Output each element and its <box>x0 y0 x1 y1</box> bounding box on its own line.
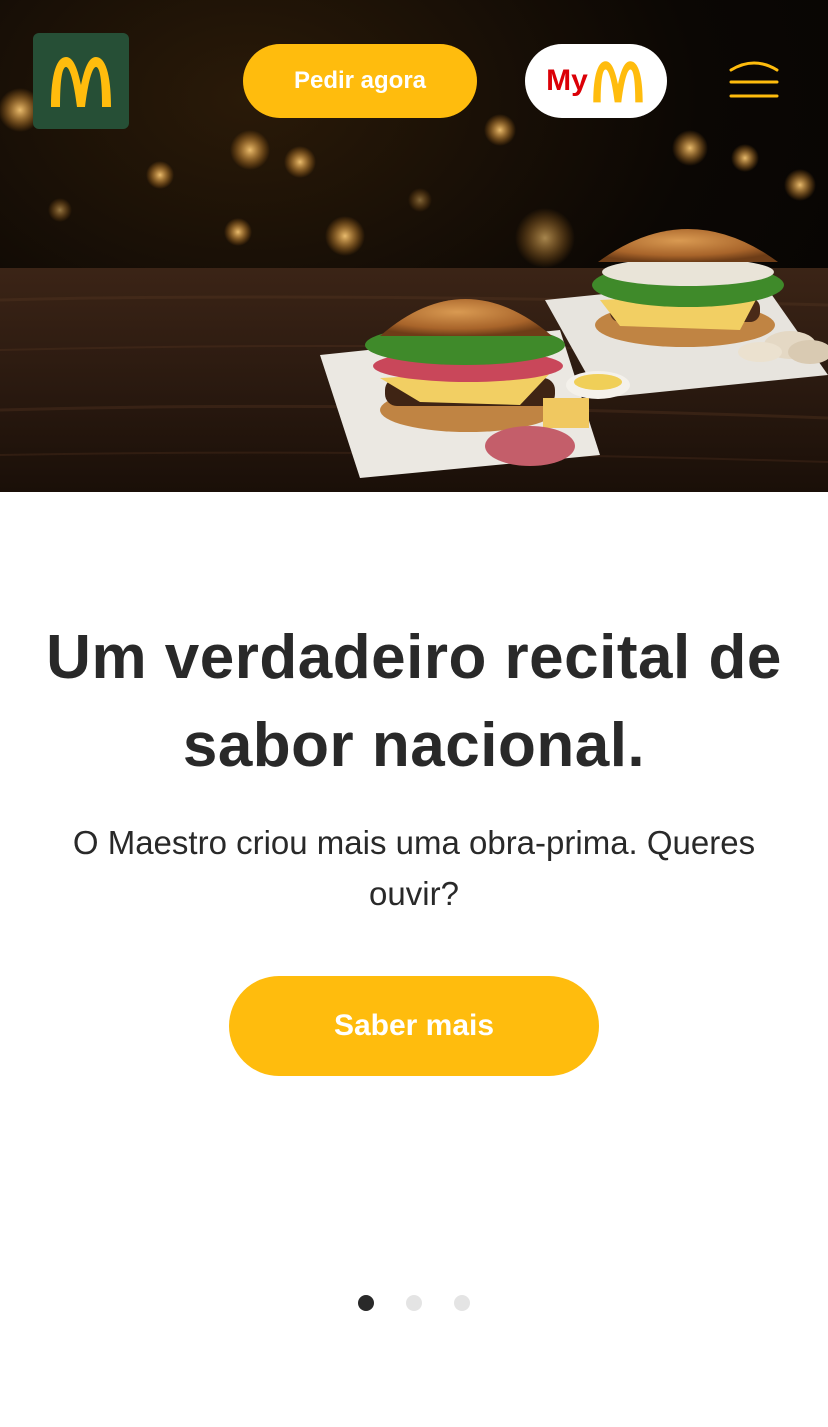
order-now-button[interactable]: Pedir agora <box>243 44 477 118</box>
golden-arches-icon <box>51 57 111 107</box>
carousel-dot-3[interactable] <box>454 1295 470 1311</box>
hero-banner: Pedir agora My <box>0 0 828 492</box>
menu-button[interactable] <box>728 58 780 104</box>
promo-subtext: O Maestro criou mais uma obra-prima. Que… <box>72 824 756 912</box>
mym-prefix: My <box>546 64 588 97</box>
carousel-dot-1[interactable] <box>358 1295 374 1311</box>
golden-arches-icon <box>593 61 643 103</box>
mymcdonalds-button[interactable]: My <box>525 44 667 118</box>
promo-headline: Um verdadeiro recital de sabor nacional. <box>46 623 782 780</box>
hamburger-menu-icon <box>729 61 779 98</box>
promo-section: Um verdadeiro recital de sabor nacional.… <box>0 492 828 1427</box>
carousel-indicators <box>0 1295 828 1313</box>
carousel-dot-2[interactable] <box>406 1295 422 1311</box>
mcdonalds-logo[interactable] <box>33 33 129 129</box>
learn-more-button[interactable]: Saber mais <box>229 976 599 1076</box>
